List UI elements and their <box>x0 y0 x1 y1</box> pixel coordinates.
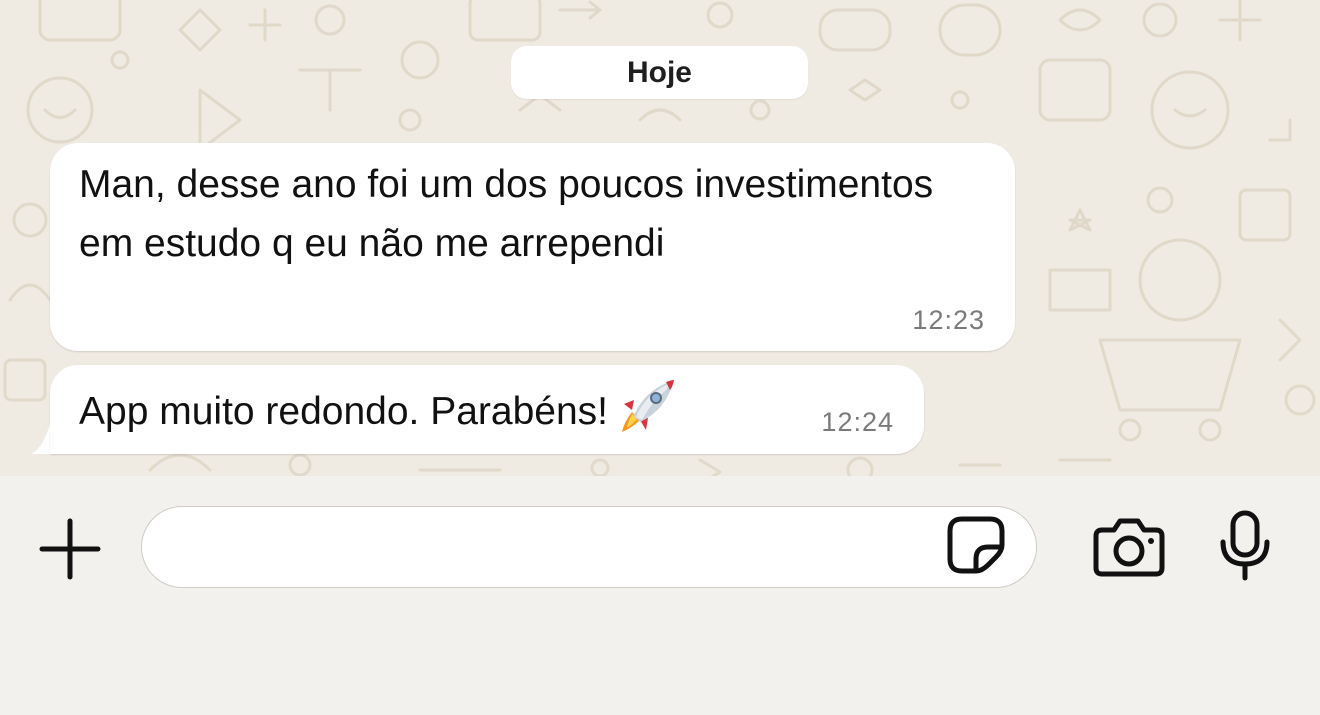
camera-button[interactable] <box>1088 511 1170 583</box>
message-timestamp: 12:23 <box>912 305 985 335</box>
sticker-button[interactable] <box>943 512 1009 578</box>
sticker-icon <box>947 516 1005 574</box>
camera-icon <box>1093 518 1165 577</box>
incoming-message-bubble[interactable]: App muito redondo. Parabéns! 12:24 <box>50 365 924 454</box>
voice-message-button[interactable] <box>1210 506 1280 586</box>
chat-area: Hoje Man, desse ano foi um dos poucos in… <box>0 0 1320 476</box>
message-text: App muito redondo. Parabéns! <box>79 390 609 433</box>
attach-button[interactable] <box>30 509 110 589</box>
message-timestamp: 12:24 <box>821 407 894 437</box>
message-text: Man, desse ano foi um dos poucos investi… <box>79 163 934 265</box>
message-text-line: App muito redondo. Parabéns! <box>79 378 678 441</box>
date-separator: Hoje <box>511 46 808 99</box>
plus-icon <box>39 518 101 580</box>
message-composer <box>0 476 1320 715</box>
message-input[interactable] <box>172 517 946 579</box>
message-input-container[interactable] <box>141 506 1037 588</box>
rocket-emoji <box>622 380 675 432</box>
incoming-message-bubble[interactable]: Man, desse ano foi um dos poucos investi… <box>50 143 1015 351</box>
microphone-icon <box>1220 510 1270 581</box>
